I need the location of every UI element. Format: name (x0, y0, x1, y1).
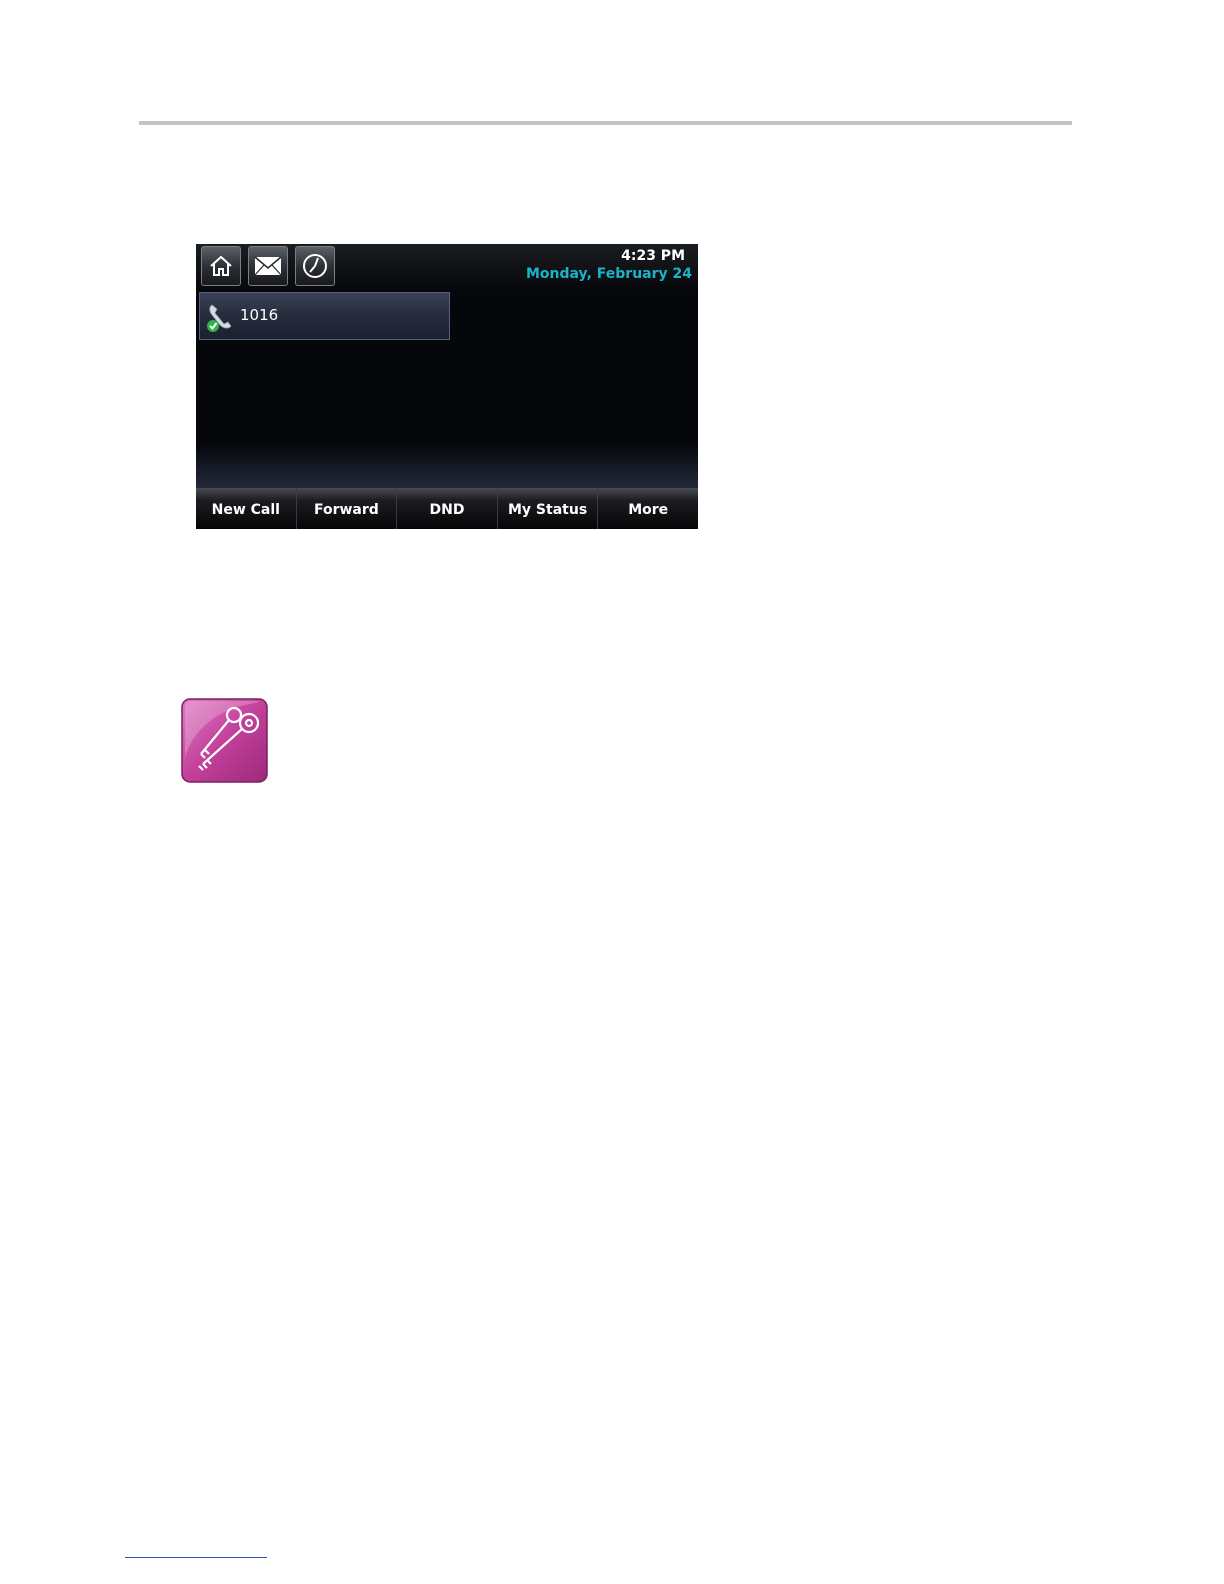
softkey-bar: New Call Forward DND My Status More (196, 488, 698, 529)
softkey-new-call[interactable]: New Call (196, 488, 297, 529)
home-button[interactable] (201, 246, 241, 286)
clock-time: 4:23 PM (621, 248, 685, 264)
softkey-more[interactable]: More (598, 488, 698, 529)
footnote-rule (125, 1557, 267, 1558)
messages-button[interactable] (248, 246, 288, 286)
softkey-dnd[interactable]: DND (397, 488, 498, 529)
clock-date: Monday, February 24 (525, 266, 692, 282)
header-rule (139, 121, 1072, 125)
mail-icon (254, 256, 282, 276)
recent-calls-button[interactable] (295, 246, 335, 286)
home-icon (210, 255, 232, 276)
keys-icon (181, 698, 268, 783)
softkey-my-status[interactable]: My Status (498, 488, 599, 529)
screen-glow (196, 444, 698, 488)
softkey-forward[interactable]: Forward (297, 488, 398, 529)
status-bar: 4:23 PM Monday, February 24 (196, 244, 698, 290)
line-key-1016[interactable]: 1016 (199, 292, 450, 340)
phone-screen: 4:23 PM Monday, February 24 1016 New Cal… (196, 244, 698, 529)
phone-registered-icon (207, 304, 232, 332)
line-key-label: 1016 (240, 306, 279, 324)
clock-icon (303, 254, 327, 278)
